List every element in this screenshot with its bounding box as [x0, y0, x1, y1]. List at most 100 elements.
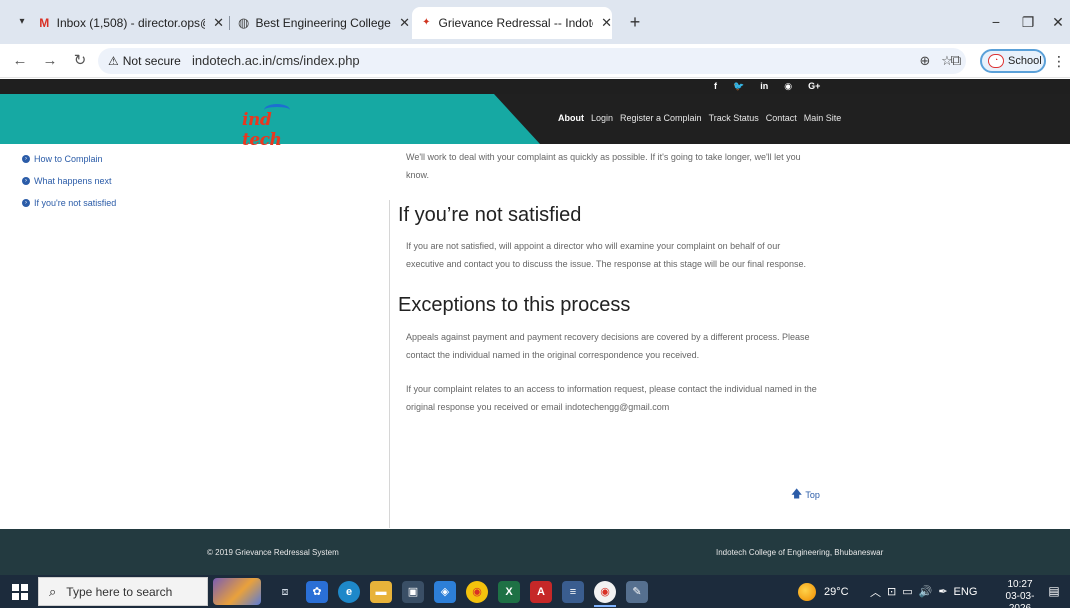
paragraph-appeals: Appeals against payment and payment reco… [406, 332, 810, 360]
search-highlight-image[interactable] [213, 578, 261, 605]
notepad-icon[interactable]: ≡ [562, 581, 584, 603]
google-plus-icon[interactable]: G+ [808, 79, 820, 94]
tab-grievance-redressal[interactable]: ✦ Grievance Redressal -- Indotech ✕ [412, 7, 612, 39]
nav-register-complain[interactable]: Register a Complain [620, 113, 702, 123]
profile-avatar-icon: ◔ [988, 54, 1004, 68]
tab-search-chevron-icon[interactable]: ▾ [14, 14, 30, 30]
warning-triangle-icon: ⚠ [108, 54, 119, 68]
restore-icon[interactable]: ❐ [1018, 12, 1038, 32]
system-tray: ︿ ⊡ ▭ 🔊 ✒ ENG [870, 579, 977, 604]
circle-chevron-icon: › [22, 199, 30, 207]
notifications-icon[interactable]: ▤ [1046, 583, 1062, 599]
profile-label: School [1008, 55, 1042, 67]
reload-icon[interactable]: ↻ [70, 51, 90, 71]
nav-contact[interactable]: Contact [766, 113, 797, 123]
zoom-icon[interactable]: ⊕ [916, 52, 934, 70]
close-icon[interactable]: ✕ [213, 15, 224, 31]
forward-arrow-icon[interactable]: → [40, 51, 60, 71]
search-placeholder: Type here to search [66, 584, 173, 599]
browser-tab-strip: ▾ M Inbox (1,508) - director.ops@in ✕ ◍ … [0, 0, 1070, 44]
extensions-puzzle-icon[interactable]: ⧉ [946, 51, 966, 71]
circle-chevron-icon: › [22, 177, 30, 185]
tab-best-engineering[interactable]: ◍ Best Engineering College in Bh ✕ [238, 11, 410, 35]
indotech-favicon-icon: ✦ [422, 17, 431, 28]
twitter-icon[interactable]: 🐦 [733, 79, 744, 94]
logo-tagline [248, 130, 306, 136]
globe-icon: ◍ [238, 15, 250, 30]
battery-icon[interactable]: ▭ [902, 585, 912, 598]
facebook-icon[interactable]: f [714, 79, 717, 94]
tab-separator [229, 16, 230, 30]
copilot-icon[interactable]: ✿ [306, 581, 328, 603]
footer-copyright: © 2019 Grievance Redressal System [207, 548, 339, 557]
chevron-up-icon[interactable]: ︿ [870, 584, 881, 600]
url-text[interactable]: indotech.ac.in/cms/index.php [192, 53, 360, 68]
task-view-icon[interactable]: ⧈ [274, 581, 296, 603]
active-app-indicator [594, 605, 616, 607]
tab-gmail[interactable]: M Inbox (1,508) - director.ops@in ✕ [38, 11, 224, 35]
tab-title: Inbox (1,508) - director.ops@in [56, 16, 206, 30]
chrome-profile-icon[interactable]: ◉ [594, 581, 616, 603]
gmail-icon: M [39, 16, 50, 30]
weather-sun-icon [798, 582, 816, 601]
linkedin-icon[interactable]: in [760, 79, 768, 94]
arrow-up-icon: 🡅 [791, 488, 803, 500]
photos-icon[interactable]: ◈ [434, 581, 456, 603]
heading-not-satisfied: If you’re not satisfied [398, 204, 582, 226]
sidebar-item-what-happens-next[interactable]: › What happens next [22, 170, 382, 192]
window-close-icon[interactable]: ✕ [1048, 12, 1068, 32]
paint-icon[interactable]: ✎ [626, 581, 648, 603]
network-icon[interactable]: ⊡ [887, 585, 896, 598]
taskbar-clock[interactable]: 10:27 03-03-2026 [999, 579, 1041, 608]
profile-button[interactable]: ◔ School [980, 49, 1046, 73]
edge-icon[interactable]: e [338, 581, 360, 603]
dribbble-icon[interactable]: ◉ [784, 79, 792, 94]
back-to-top-link[interactable]: 🡅 Top [791, 485, 820, 504]
excel-icon[interactable]: X [498, 581, 520, 603]
site-navbar: ind tech About Login Register a Complain… [0, 94, 1070, 150]
footer-college-name: Indotech College of Engineering, Bhubane… [716, 548, 884, 557]
close-icon[interactable]: ✕ [601, 15, 612, 31]
new-tab-button[interactable]: + [624, 11, 646, 33]
file-explorer-icon[interactable]: ▬ [370, 581, 392, 603]
chrome-icon[interactable]: ◉ [466, 581, 488, 603]
taskbar-search-input[interactable]: ⌕ Type here to search [38, 577, 208, 606]
volume-icon[interactable]: 🔊 [919, 585, 933, 598]
sidebar-item-how-to-complain[interactable]: › How to Complain [22, 148, 382, 170]
sidebar-item-label: What happens next [34, 176, 112, 186]
tab-title: Best Engineering College in Bh [255, 16, 391, 30]
sidebar: › How to Complain › What happens next › … [22, 148, 382, 214]
sidebar-item-label: How to Complain [34, 154, 103, 164]
back-arrow-icon[interactable]: ← [10, 51, 30, 71]
circle-chevron-icon: › [22, 155, 30, 163]
clock-date: 03-03-2026 [1005, 591, 1035, 608]
acrobat-icon[interactable]: A [530, 581, 552, 603]
paragraph-access-request: If your complaint relates to an access t… [406, 384, 817, 412]
site-footer: © 2019 Grievance Redressal System Indote… [0, 529, 1070, 575]
browser-menu-icon[interactable]: ⋮ [1052, 51, 1066, 71]
indotech-logo[interactable]: ind tech [242, 102, 312, 150]
nav-main-site[interactable]: Main Site [804, 113, 842, 123]
weather-temp: 29°C [824, 585, 849, 598]
social-links: f 🐦 in ◉ G+ [714, 79, 820, 94]
minimize-icon[interactable]: − [986, 12, 1006, 32]
weather-widget[interactable]: 29°C [798, 579, 849, 604]
security-indicator[interactable]: ⚠ Not secure [108, 52, 181, 70]
search-icon: ⌕ [49, 583, 57, 599]
sidebar-item-not-satisfied[interactable]: › If you're not satisfied [22, 192, 382, 214]
paragraph-response-time: We'll work to deal with your complaint a… [406, 152, 801, 180]
paragraph-not-satisfied: If you are not satisfied, will appoint a… [406, 241, 807, 269]
language-indicator[interactable]: ENG [954, 586, 978, 598]
windows-taskbar: ⌕ Type here to search ⧈ ✿ e ▬ ▣ ◈ ◉ X A … [0, 575, 1070, 608]
address-bar[interactable]: ⚠ Not secure indotech.ac.in/cms/index.ph… [98, 48, 966, 74]
windows-start-icon[interactable] [12, 584, 28, 600]
close-icon[interactable]: ✕ [399, 15, 410, 31]
store-icon[interactable]: ▣ [402, 581, 424, 603]
content-divider [389, 200, 390, 528]
heading-exceptions: Exceptions to this process [398, 294, 631, 316]
pen-icon[interactable]: ✒ [938, 585, 947, 598]
nav-about[interactable]: About [558, 113, 584, 123]
sidebar-item-label: If you're not satisfied [34, 198, 117, 208]
nav-login[interactable]: Login [591, 113, 613, 123]
nav-track-status[interactable]: Track Status [709, 113, 759, 123]
